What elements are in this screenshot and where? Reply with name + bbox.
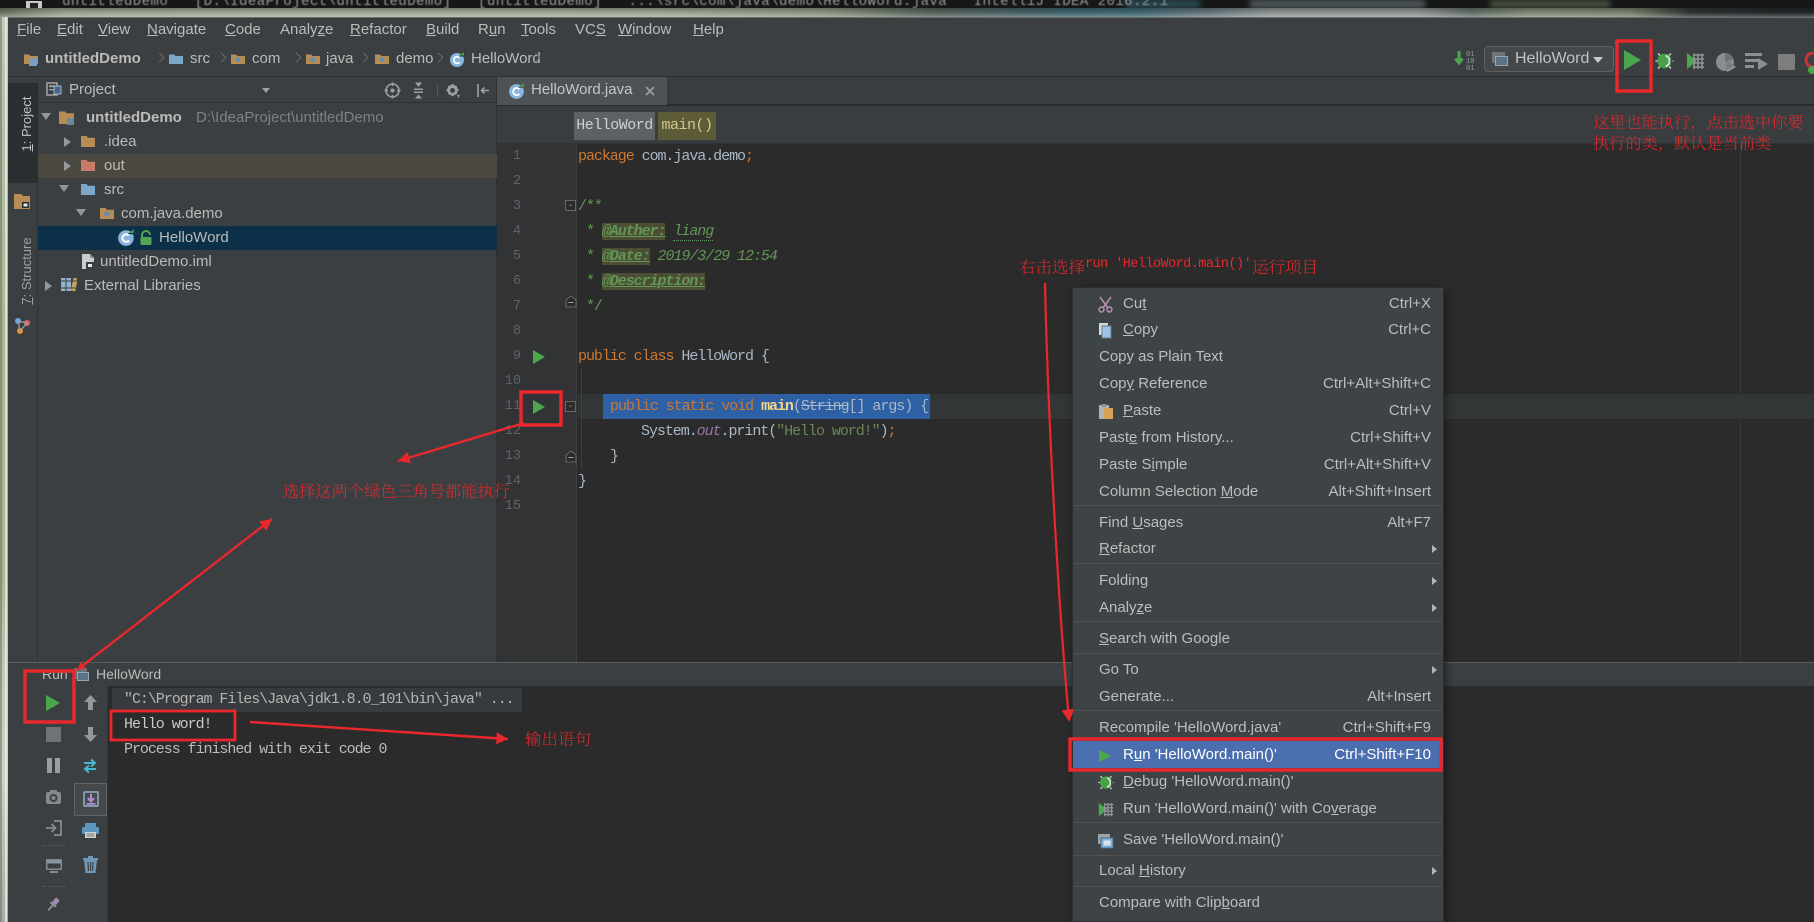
svg-text:01: 01 [1466,65,1474,72]
